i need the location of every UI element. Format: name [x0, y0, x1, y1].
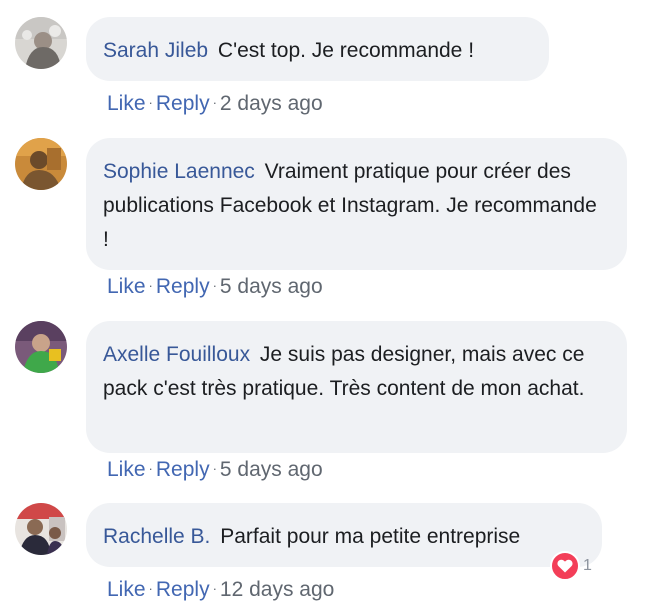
separator: · [148, 278, 153, 293]
reply-button[interactable]: Reply [156, 92, 210, 115]
comment-actions: Like · Reply · 12 days ago [107, 576, 334, 606]
comment-bubble: Rachelle B. Parfait pour ma petite entre… [86, 503, 602, 567]
separator: · [212, 581, 217, 596]
comment-bubble: Axelle Fouilloux Je suis pas designer, m… [86, 321, 627, 453]
reaction-summary[interactable]: 1 [550, 551, 592, 581]
heart-icon [550, 551, 580, 581]
separator: · [212, 95, 217, 110]
avatar-image [15, 321, 67, 373]
avatar-image [15, 138, 67, 190]
timestamp[interactable]: 5 days ago [220, 458, 323, 481]
separator: · [212, 278, 217, 293]
avatar[interactable] [15, 17, 67, 69]
avatar-image [15, 503, 67, 555]
comment-actions: Like · Reply · 5 days ago [107, 456, 323, 486]
separator: · [148, 95, 153, 110]
author-name[interactable]: Sarah Jileb [103, 39, 208, 62]
like-button[interactable]: Like [107, 92, 146, 115]
like-button[interactable]: Like [107, 578, 146, 601]
author-name[interactable]: Axelle Fouilloux [103, 343, 250, 366]
author-name[interactable]: Rachelle B. [103, 525, 210, 548]
reply-button[interactable]: Reply [156, 578, 210, 601]
comment-text: C'est top. Je recommande ! [217, 39, 475, 62]
author-name[interactable]: Sophie Laennec [103, 160, 255, 183]
comment-bubble: Sarah Jileb C'est top. Je recommande ! [86, 17, 549, 81]
comment-text: Parfait pour ma petite entreprise [220, 525, 521, 548]
comment-actions: Like · Reply · 2 days ago [107, 90, 323, 120]
avatar[interactable] [15, 321, 67, 373]
comment-bubble: Sophie Laennec Vraiment pratique pour cr… [86, 138, 627, 270]
separator: · [148, 581, 153, 596]
avatar-image [15, 17, 67, 69]
comment-actions: Like · Reply · 5 days ago [107, 273, 323, 303]
timestamp[interactable]: 2 days ago [220, 92, 323, 115]
separator: · [212, 461, 217, 476]
like-button[interactable]: Like [107, 275, 146, 298]
timestamp[interactable]: 5 days ago [220, 275, 323, 298]
avatar[interactable] [15, 138, 67, 190]
reply-button[interactable]: Reply [156, 275, 210, 298]
reaction-count: 1 [583, 557, 592, 574]
reply-button[interactable]: Reply [156, 458, 210, 481]
separator: · [148, 461, 153, 476]
avatar[interactable] [15, 503, 67, 555]
like-button[interactable]: Like [107, 458, 146, 481]
timestamp[interactable]: 12 days ago [220, 578, 334, 601]
